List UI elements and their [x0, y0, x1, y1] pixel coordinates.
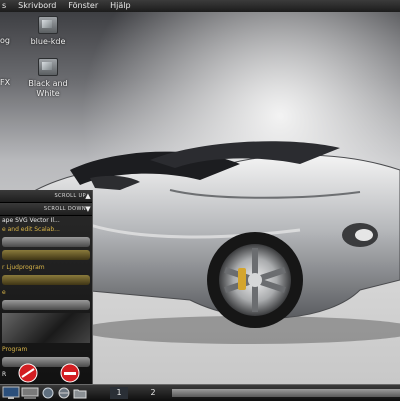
folder-icon: [38, 58, 58, 76]
taskbar-window-area[interactable]: [172, 389, 400, 397]
settings-icon[interactable]: [40, 386, 56, 400]
launcher-separator: [2, 275, 90, 285]
scroll-down-label: SCROLL DOWN: [43, 206, 86, 212]
menu-item-partial[interactable]: s: [2, 0, 6, 12]
launcher-separator: [2, 237, 90, 247]
menu-item-skrivbord[interactable]: Skrivbord: [18, 0, 56, 12]
launcher-preview-image: [2, 313, 90, 343]
launcher-item[interactable]: r Ljudprogram: [0, 263, 92, 272]
desktop-icon-label-partial[interactable]: og: [0, 36, 10, 45]
folder-icon[interactable]: [72, 386, 88, 400]
launcher-separator: [2, 300, 90, 310]
show-desktop-icon[interactable]: [20, 386, 40, 400]
scroll-down-button[interactable]: SCROLL DOWN ▼: [0, 203, 92, 216]
bottom-taskbar: 1 2: [0, 384, 400, 401]
stop-icon[interactable]: [58, 363, 82, 383]
menu-item-hjalp[interactable]: Hjälp: [110, 0, 130, 12]
globe-icon[interactable]: [56, 386, 72, 400]
monitor-icon[interactable]: [2, 386, 20, 400]
application-launcher-panel: SCROLL UP ▲ SCROLL DOWN ▼ ape SVG Vector…: [0, 190, 93, 386]
launcher-item[interactable]: ape SVG Vector Il...: [0, 216, 92, 225]
folder-icon: [38, 16, 58, 34]
desktop-icon-label: blue-kde: [30, 37, 66, 46]
desktop-pager-1[interactable]: 1: [110, 387, 128, 399]
launcher-item[interactable]: e and edit Scalab...: [0, 225, 92, 234]
launcher-item[interactable]: e: [0, 288, 92, 297]
desktop-icon-black-and-white[interactable]: Black and White: [16, 58, 80, 99]
chevron-up-icon: ▲: [85, 192, 91, 200]
block-icon[interactable]: [16, 363, 40, 383]
desktop-pager-2[interactable]: 2: [144, 387, 162, 399]
desktop-icon-label-partial[interactable]: FX: [0, 78, 10, 87]
menu-item-fonster[interactable]: Fönster: [68, 0, 98, 12]
chevron-down-icon: ▼: [85, 205, 91, 213]
scroll-up-button[interactable]: SCROLL UP ▲: [0, 190, 92, 203]
launcher-item[interactable]: Program: [0, 345, 92, 354]
desktop-icon-blue-kde[interactable]: blue-kde: [16, 16, 80, 47]
desktop-icon-label: Black and White: [28, 79, 68, 98]
top-menubar: s Skrivbord Fönster Hjälp: [0, 0, 400, 12]
scroll-up-label: SCROLL UP: [54, 193, 86, 199]
launcher-separator: [2, 250, 90, 260]
